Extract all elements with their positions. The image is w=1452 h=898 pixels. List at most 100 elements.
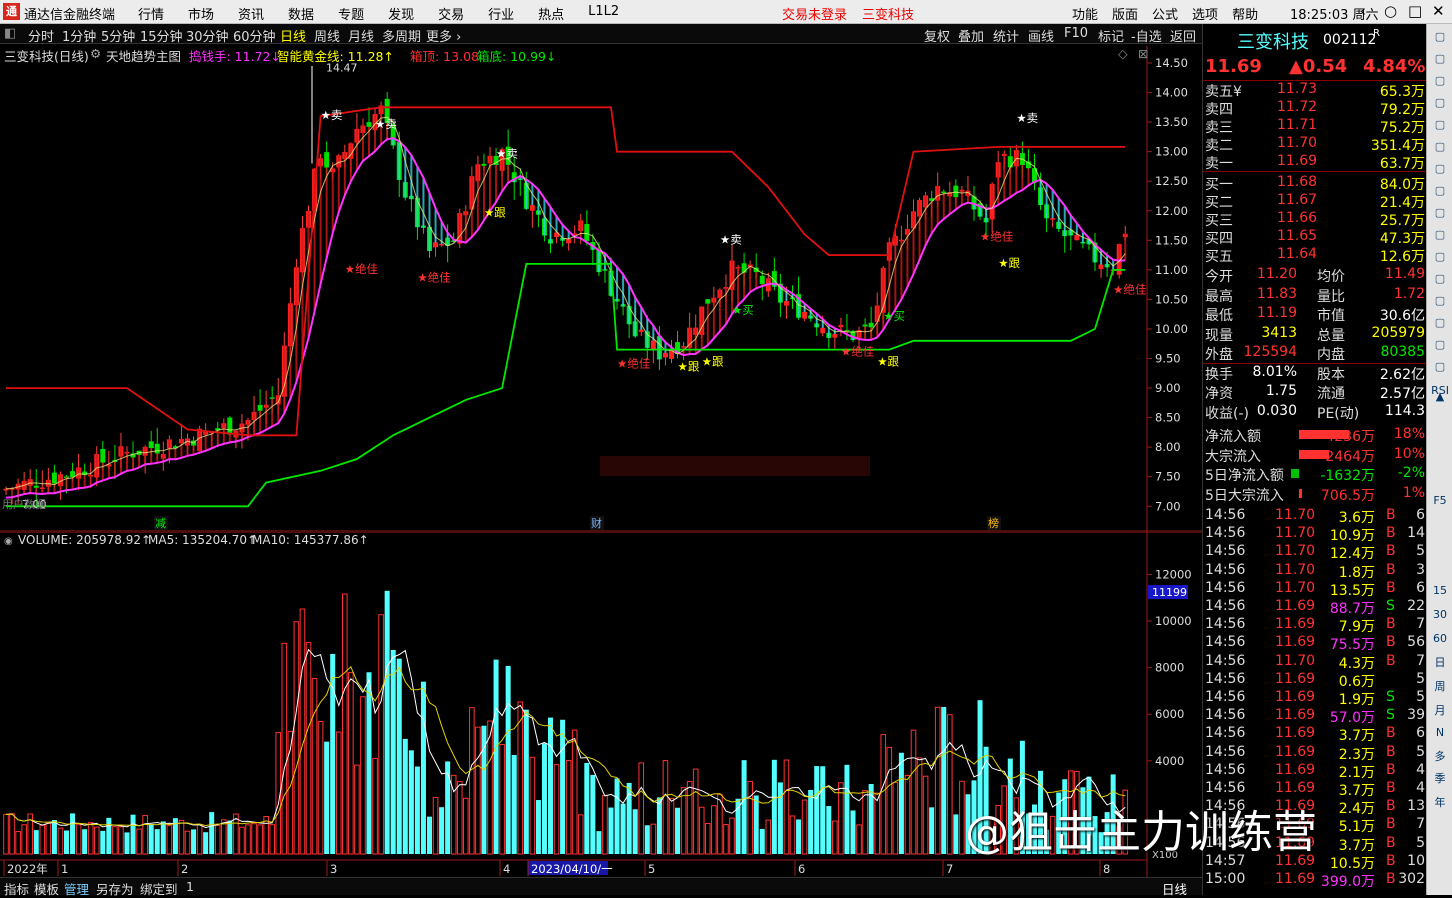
order-book-row[interactable]: 买三 11.66 25.7万 (1203, 210, 1427, 229)
mark-button[interactable]: 标记 (1098, 26, 1124, 45)
day-icon[interactable]: 日 (1429, 654, 1451, 670)
tab-indicator[interactable]: 指标 (4, 879, 29, 898)
tool-icon[interactable]: ▢ (1429, 74, 1451, 87)
formula-name[interactable]: 天地趋势主图 (106, 46, 181, 65)
menu-news[interactable]: 资讯 (238, 4, 264, 23)
week-icon[interactable]: 周 (1429, 678, 1451, 694)
order-book-row[interactable]: 卖五¥ 11.73 65.3万 (1203, 81, 1427, 100)
tool-icon[interactable]: ▢ (1429, 30, 1451, 43)
menu-data[interactable]: 数据 (288, 4, 314, 23)
order-book-row[interactable]: 买五 11.64 12.6万 (1203, 246, 1427, 265)
period-1min[interactable]: 1分钟 (62, 26, 96, 45)
order-book-row[interactable]: 卖二 11.70 351.4万 (1203, 135, 1427, 154)
tool-icon[interactable]: ▢ (1429, 272, 1451, 285)
menu-formula[interactable]: 公式 (1152, 4, 1178, 23)
tool-icon[interactable]: ▢ (1429, 96, 1451, 109)
period-30min[interactable]: 30分钟 (186, 26, 229, 45)
order-book-row[interactable]: 卖四 11.72 79.2万 (1203, 99, 1427, 118)
tab-number[interactable]: 1 (186, 879, 194, 894)
menu-trade[interactable]: 交易 (438, 4, 464, 23)
30min-icon[interactable]: 30 (1429, 608, 1451, 621)
candle-body (366, 122, 372, 127)
period-multi[interactable]: 多周期 (382, 26, 421, 45)
restore-rights-button[interactable]: 复权 (924, 26, 950, 45)
tool-icon[interactable]: ▢ (1429, 338, 1451, 351)
kline-chart[interactable]: 14.5014.0013.5013.0012.5012.0011.5011.00… (0, 46, 1202, 532)
year-icon[interactable]: 年 (1429, 794, 1451, 810)
panel-toggle-icon[interactable]: ◧ (4, 26, 16, 41)
tool-icon[interactable]: ▢ (1429, 228, 1451, 241)
15min-icon[interactable]: 15 (1429, 584, 1451, 597)
diamond-icon[interactable]: ◇ (1118, 46, 1128, 61)
tool-icon[interactable]: ▢ (1429, 294, 1451, 307)
tool-icon[interactable]: ▢ (1429, 118, 1451, 131)
period-15min[interactable]: 15分钟 (140, 26, 183, 45)
menu-topics[interactable]: 专题 (338, 4, 364, 23)
period-weekly[interactable]: 周线 (314, 26, 340, 45)
tab-save-as[interactable]: 另存为 (96, 879, 134, 898)
self-select-button[interactable]: -自选 (1131, 26, 1162, 45)
f5-icon[interactable]: F5 (1429, 494, 1451, 507)
f10-button[interactable]: F10 (1064, 26, 1088, 41)
maximize-icon[interactable]: □ (1408, 2, 1422, 20)
return-button[interactable]: 返回 (1170, 26, 1196, 45)
menu-quotes[interactable]: 行情 (138, 4, 164, 23)
chart-close-icon[interactable]: ⊠ (1138, 46, 1148, 61)
order-book-row[interactable]: 买四 11.65 47.3万 (1203, 228, 1427, 247)
order-book-row[interactable]: 买二 11.67 21.4万 (1203, 192, 1427, 211)
tool-icon[interactable]: ▢ (1429, 206, 1451, 219)
menu-discover[interactable]: 发现 (388, 4, 414, 23)
period-monthly[interactable]: 月线 (348, 26, 374, 45)
tool-icon[interactable]: ▢ (1429, 162, 1451, 175)
draw-line-button[interactable]: 画线 (1028, 26, 1054, 45)
volume-bar (311, 677, 318, 855)
formula-gear-icon[interactable]: ⚙ (90, 46, 101, 61)
back-icon[interactable]: ‹ (1360, 2, 1366, 20)
stat-value: 11.20 (1256, 266, 1297, 282)
tool-icon[interactable]: ▢ (1429, 184, 1451, 197)
order-book-row[interactable]: 买一 11.68 84.0万 (1203, 174, 1427, 193)
quarter-icon[interactable]: 季 (1429, 770, 1451, 786)
menu-layout[interactable]: 版面 (1112, 4, 1138, 23)
menu-function[interactable]: 功能 (1072, 4, 1098, 23)
n-period-icon[interactable]: N (1429, 726, 1451, 739)
tool-icon[interactable]: ▢ (1429, 250, 1451, 263)
order-book-row[interactable]: 卖三 11.71 75.2万 (1203, 117, 1427, 136)
close-icon[interactable]: ✕ (1432, 2, 1445, 20)
tool-icon[interactable]: ▢ (1429, 140, 1451, 153)
multi-icon[interactable]: 多 (1429, 748, 1451, 764)
period-daily[interactable]: 日线 (280, 26, 306, 45)
tick-side: B (1386, 871, 1396, 887)
tick-volume: 10.9万 (1329, 528, 1375, 545)
menu-hot[interactable]: 热点 (538, 4, 564, 23)
menu-industry[interactable]: 行业 (488, 4, 514, 23)
login-notice[interactable]: 交易未登录 (782, 4, 847, 23)
tool-icon[interactable]: ▢ (1429, 316, 1451, 329)
tick-side: B (1386, 525, 1396, 542)
date-label: 2023/04/10/一 (531, 862, 613, 876)
menu-l1l2[interactable]: L1L2 (588, 4, 619, 23)
date-label: 2 (181, 862, 188, 876)
period-timeshare[interactable]: 分时 (28, 26, 54, 45)
tab-template[interactable]: 模板 (34, 879, 59, 898)
statistics-button[interactable]: 统计 (993, 26, 1019, 45)
month-icon[interactable]: 月 (1429, 702, 1451, 718)
volume-bar (221, 819, 227, 855)
stat-value: 11.83 (1256, 285, 1297, 302)
menu-help[interactable]: 帮助 (1232, 4, 1258, 23)
rsi-icon[interactable]: RSI (1429, 384, 1451, 397)
menu-market[interactable]: 市场 (188, 4, 214, 23)
overlay-button[interactable]: 叠加 (958, 26, 984, 45)
tool-icon[interactable]: ▢ (1429, 52, 1451, 65)
period-5min[interactable]: 5分钟 (101, 26, 135, 45)
tab-bind-to[interactable]: 绑定到 (140, 879, 178, 898)
order-book-row[interactable]: 卖一 11.69 63.7万 (1203, 153, 1427, 172)
menu-options[interactable]: 选项 (1192, 4, 1218, 23)
period-60min[interactable]: 60分钟 (233, 26, 276, 45)
tool-icon[interactable]: ▢ (1429, 360, 1451, 373)
minimize-icon[interactable]: ○ (1384, 2, 1397, 20)
volume-bar (420, 681, 426, 854)
period-more[interactable]: 更多 › (426, 26, 461, 45)
tab-manage[interactable]: 管理 (64, 879, 89, 898)
60min-icon[interactable]: 60 (1429, 632, 1451, 645)
